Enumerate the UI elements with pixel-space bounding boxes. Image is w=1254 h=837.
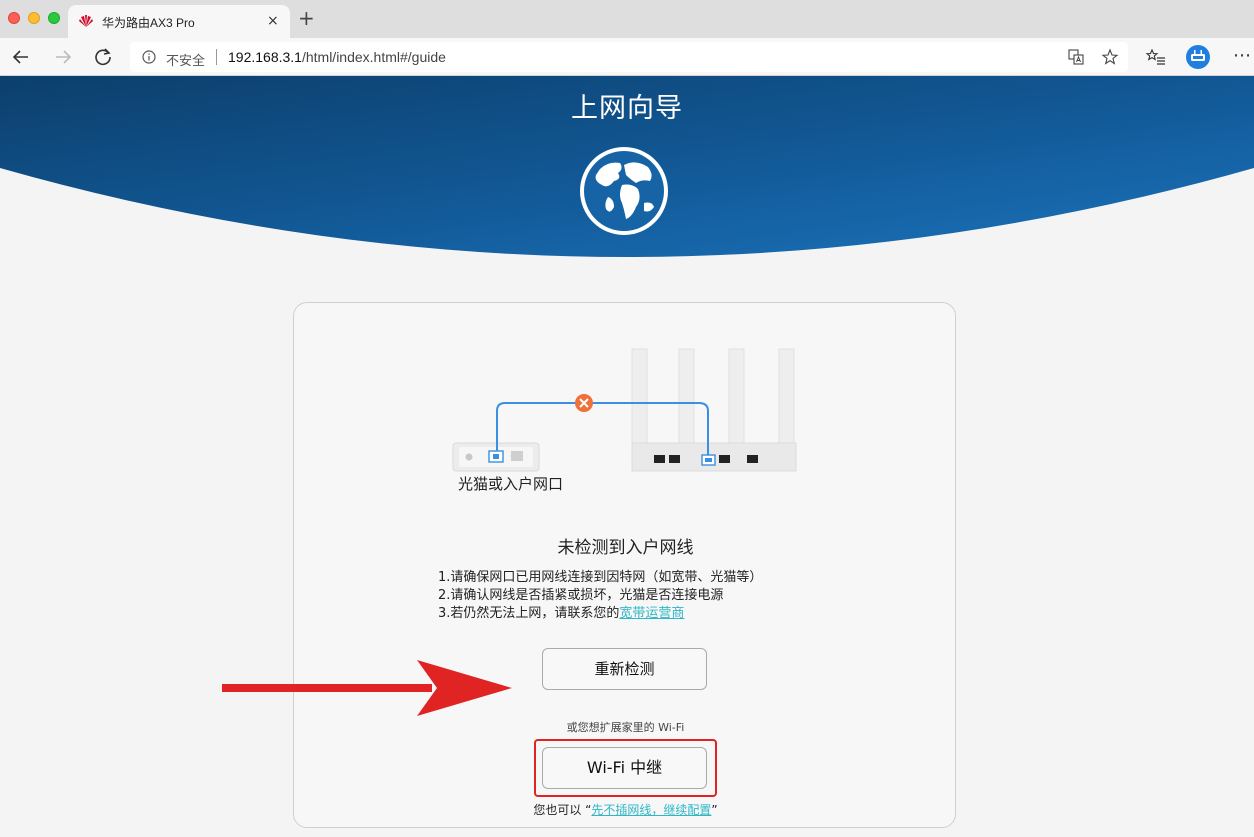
isp-link[interactable]: 宽带运营商 — [619, 606, 684, 621]
url-separator — [216, 49, 217, 65]
info-icon[interactable] — [142, 50, 156, 64]
tab-close-icon[interactable]: × — [267, 13, 279, 29]
page-title: 上网向导 — [571, 93, 683, 124]
favorite-star-icon[interactable] — [1101, 48, 1119, 66]
wifi-repeater-button[interactable]: Wi-Fi 中继 — [542, 747, 707, 789]
back-icon[interactable] — [10, 46, 32, 68]
router-guide-page: 上网向导 光猫或入户网口 未检测到入户网线 1.请确保网口已用网线连接到因特网（… — [0, 76, 1254, 837]
router-icon — [631, 348, 797, 472]
security-label: 不安全 — [166, 53, 206, 68]
modem-label: 光猫或入户网口 — [458, 475, 564, 493]
skip-cable-line: 您也可以 “先不插网线，继续配置” — [533, 803, 718, 817]
profile-avatar[interactable] — [1186, 45, 1210, 69]
forward-icon[interactable] — [52, 46, 74, 68]
new-tab-button[interactable]: + — [298, 8, 315, 28]
redetect-button[interactable]: 重新检测 — [542, 648, 707, 690]
globe-icon — [580, 147, 668, 235]
translate-icon[interactable] — [1067, 48, 1085, 66]
refresh-icon[interactable] — [92, 46, 114, 68]
tip-line-1: 1.请确保网口已用网线连接到因特网（如宽带、光猫等） — [438, 570, 763, 585]
guide-card: 光猫或入户网口 未检测到入户网线 1.请确保网口已用网线连接到因特网（如宽带、光… — [293, 302, 956, 828]
extend-wifi-text: 或您想扩展家里的 Wi-Fi — [566, 721, 685, 734]
maximize-window-button[interactable] — [48, 12, 60, 24]
disconnected-icon — [575, 394, 593, 412]
tip-line-2: 2.请确认网线是否插紧或损坏，光猫是否连接电源 — [438, 588, 724, 603]
favorites-list-icon[interactable] — [1145, 46, 1167, 68]
browser-tab[interactable]: 华为路由AX3 Pro × — [68, 5, 290, 38]
huawei-logo-icon — [79, 15, 93, 27]
profile-icon — [1191, 50, 1205, 61]
tip-line-3: 3.若仍然无法上网，请联系您的宽带运营商 — [438, 606, 685, 621]
status-title: 未检测到入户网线 — [557, 538, 694, 558]
tab-title: 华为路由AX3 Pro — [102, 16, 195, 30]
skip-cable-link[interactable]: 先不插网线，继续配置 — [591, 803, 711, 817]
url-text[interactable]: 192.168.3.1/html/index.html#/guide — [228, 49, 446, 65]
troubleshooting-tips: 1.请确保网口已用网线连接到因特网（如宽带、光猫等） 2.请确认网线是否插紧或损… — [438, 569, 762, 623]
browser-toolbar: 不安全 192.168.3.1/html/index.html#/guide ⋯ — [0, 38, 1254, 76]
annotation-arrow-icon — [222, 660, 512, 716]
close-window-button[interactable] — [8, 12, 20, 24]
minimize-window-button[interactable] — [28, 12, 40, 24]
browser-tab-bar: 华为路由AX3 Pro × + — [0, 0, 1254, 38]
address-bar[interactable]: 不安全 192.168.3.1/html/index.html#/guide — [130, 42, 1128, 72]
browser-menu-icon[interactable]: ⋯ — [1233, 45, 1251, 67]
